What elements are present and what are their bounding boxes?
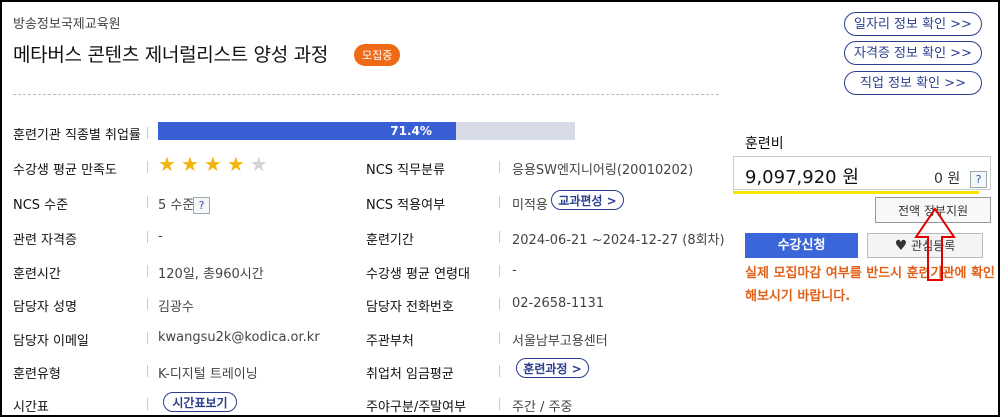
employment-rate-value: 71.4% [390,124,432,138]
employment-rate-label: 훈련기관 직종별 취업률 [13,128,141,143]
separator [147,365,148,377]
training-course-button[interactable]: 훈련과정 > [516,358,589,378]
curriculum-button[interactable]: 교과편성 > [551,190,624,210]
avg-age-value: - [512,263,517,278]
wage-label: 취업처 임금평균 [366,367,454,382]
separator [499,196,500,208]
satisfaction-stars: ★ ★ ★ ★ ★ [158,154,273,175]
highlight-underline [733,191,979,194]
schedule-label: 시간표 [13,400,49,415]
fee-title: 훈련비 [745,136,784,152]
separator [147,332,148,344]
ncs-class-value: 응용SW엔지니어링(20010202) [512,163,694,178]
phone-value: 02-2658-1131 [512,296,605,311]
email-value[interactable]: kwangsu2k@kodica.or.kr [158,330,320,345]
annotation-arrow-icon [914,207,956,281]
separator [147,265,148,277]
star-filled-icon: ★ [226,152,245,176]
ncs-level-value: 5 수준 [158,198,195,213]
separator [499,365,500,377]
type-value: K-디지털 트레이닝 [158,367,258,382]
cert-info-button[interactable]: 자격증 정보 확인 >> [844,41,982,65]
separator [499,161,500,173]
recruiting-badge: 모집중 [354,44,401,66]
heart-icon: ♥ [894,238,908,254]
manager-label: 담당자 성명 [13,300,77,315]
separator [499,398,500,410]
hours-value: 120일, 총960시간 [158,267,264,282]
hours-label: 훈련시간 [13,267,61,282]
email-label: 담당자 이메일 [13,334,89,349]
phone-label: 담당자 전화번호 [366,300,454,315]
separator [147,196,148,208]
separator [499,231,500,243]
fee-amount: 9,097,920 원 [745,167,859,188]
period-value: 2024-06-21 ~2024-12-27 (8회차) [512,233,725,248]
daynight-label: 주야구분/주말여부 [366,400,467,415]
divider [13,94,719,95]
separator [499,265,500,277]
separator [499,298,500,310]
star-filled-icon: ★ [180,152,199,176]
manager-value: 김광수 [158,300,194,315]
schedule-button[interactable]: 시간표보기 [163,392,237,412]
star-filled-icon: ★ [203,152,222,176]
ncs-class-label: NCS 직무분류 [366,163,446,178]
star-empty-icon: ★ [249,152,268,176]
period-label: 훈련기간 [366,233,414,248]
org-name: 방송정보국제교육원 [13,17,121,32]
ncs-level-label: NCS 수준 [13,198,69,213]
daynight-value: 주간 / 주중 [512,400,573,415]
question-icon: ? [193,197,210,214]
separator [147,298,148,310]
separator [147,398,148,410]
fee-help-icon[interactable]: ? [970,168,987,188]
satisfaction-label: 수강생 평균 만족도 [13,163,117,178]
occupation-info-button[interactable]: 직업 정보 확인 >> [844,71,982,95]
separator [147,231,148,243]
separator [147,127,148,139]
dept-value: 서울남부고용센터 [512,334,608,349]
star-filled-icon: ★ [158,152,176,176]
job-info-button[interactable]: 일자리 정보 확인 >> [844,12,982,36]
separator [147,161,148,173]
avg-age-label: 수강생 평균 연령대 [366,267,470,282]
ncs-level-help-icon[interactable]: ? [193,194,210,214]
fee-self-pay: 0 원 [934,171,961,187]
ncs-apply-label: NCS 적용여부 [366,198,446,213]
question-icon: ? [970,171,987,188]
dept-label: 주관부처 [366,334,414,349]
employment-rate-bar: 71.4% [158,122,575,140]
course-title: 메타버스 콘텐츠 제너럴리스트 양성 과정 [13,44,329,66]
related-cert-label: 관련 자격증 [13,233,77,248]
related-cert-value: - [158,229,163,244]
ncs-apply-value: 미적용 [512,198,548,213]
type-label: 훈련유형 [13,367,61,382]
separator [499,332,500,344]
apply-button[interactable]: 수강신청 [745,233,858,258]
